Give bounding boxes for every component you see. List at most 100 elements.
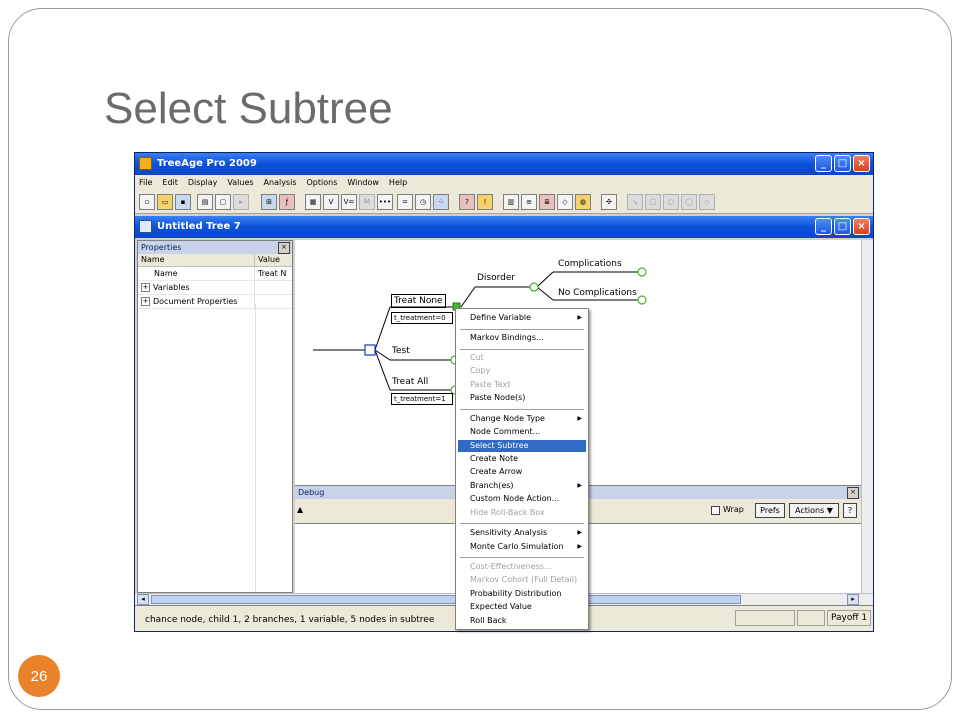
menu-item-monte-carlo[interactable]: Monte Carlo Simulation ▶ [458,541,586,553]
wrap-label: Wrap [723,505,744,514]
menu-item-create-note[interactable]: Create Note [458,453,586,465]
scroll-right-icon[interactable]: ▸ [847,594,859,605]
actions-dropdown[interactable]: Actions ▼ [789,503,839,518]
scroll-left-icon[interactable]: ◂ [137,594,149,605]
doc-minimize-button[interactable]: _ [815,218,832,235]
menu-item-create-arrow[interactable]: Create Arrow [458,466,586,478]
move-cursor-icon[interactable]: ✣ [601,194,617,210]
variable-box-treat-none[interactable]: t_treatment=0 [391,312,453,324]
menu-item-hide-rollback-box[interactable]: Hide Roll-Back Box [458,507,586,519]
menu-values[interactable]: Values [227,178,253,187]
branch-label-no-complications[interactable]: No Complications [558,288,637,298]
branch-label-complications[interactable]: Complications [558,259,622,269]
print-icon[interactable]: ▤ [197,194,213,210]
equals-icon[interactable]: = [397,194,413,210]
minimize-button[interactable]: _ [815,155,832,172]
property-row[interactable]: + Document Properties [138,295,292,309]
vertical-scrollbar[interactable] [861,240,873,593]
sens2-icon[interactable]: ≣ [539,194,555,210]
menu-item-branches[interactable]: Branch(es) ▶ [458,480,586,492]
menu-item-change-node-type[interactable]: Change Node Type ▶ [458,413,586,425]
maximize-button[interactable]: □ [834,155,851,172]
menu-display[interactable]: Display [188,178,218,187]
property-row[interactable]: + Variables [138,281,292,295]
menu-item-probability-distribution[interactable]: Probability Distribution [458,588,586,600]
menu-options[interactable]: Options [307,178,338,187]
menu-item-markov-bindings[interactable]: Markov Bindings... [458,332,586,344]
slide-title: Select Subtree [104,84,393,133]
ellipse-tool-icon[interactable]: ○ [663,194,679,210]
warning-icon[interactable]: ! [477,194,493,210]
menu-item-cost-effectiveness[interactable]: Cost-Effectiveness... [458,561,586,573]
menu-item-sensitivity-analysis[interactable]: Sensitivity Analysis ▶ [458,527,586,539]
circle-tool-icon[interactable]: ◯ [681,194,697,210]
menu-file[interactable]: File [139,178,152,187]
node-type-icon[interactable]: ⊞ [261,194,277,210]
scrollbar-thumb[interactable] [151,595,741,604]
terminal-node-icon [637,267,647,277]
variable-icon[interactable]: V [323,194,339,210]
property-value [255,281,258,294]
bar-chart-icon[interactable]: ▥ [503,194,519,210]
debug-close-icon[interactable]: × [847,487,859,499]
branch-label-disorder[interactable]: Disorder [477,273,515,283]
rectangle-tool-icon[interactable]: □ [645,194,661,210]
property-row[interactable]: Name Treat N [138,267,292,281]
doc-close-button[interactable]: × [853,218,870,235]
color-wheel-icon[interactable]: ◍ [575,194,591,210]
doc-maximize-button[interactable]: □ [834,218,851,235]
menu-item-paste-nodes[interactable]: Paste Node(s) [458,392,586,404]
submenu-arrow-icon: ▶ [577,415,582,422]
menu-item-roll-back[interactable]: Roll Back [458,615,586,627]
menu-window[interactable]: Window [347,178,379,187]
branch-label-treat-all[interactable]: Treat All [392,377,428,387]
shapes-icon[interactable]: ◇ [557,194,573,210]
menu-item-define-variable[interactable]: Define Variable ▶ [458,312,586,324]
save-icon[interactable]: ▪ [175,194,191,210]
branch-label-test[interactable]: Test [392,346,410,356]
open-folder-icon[interactable]: ▭ [157,194,173,210]
help-button[interactable]: ? [843,503,857,518]
arrow-tool-icon[interactable]: ↘ [627,194,643,210]
function-icon[interactable]: ƒ [279,194,295,210]
ellipsis-icon[interactable]: ••• [377,194,393,210]
menu-item-select-subtree[interactable]: Select Subtree [458,440,586,452]
menu-item-cut[interactable]: Cut [458,352,586,364]
expand-icon[interactable]: + [141,297,150,306]
menu-item-paste-text[interactable]: Paste Text [458,379,586,391]
menu-item-node-comment[interactable]: Node Comment... [458,426,586,438]
column-value[interactable]: Value [255,254,280,266]
grid-icon[interactable]: ▦ [305,194,321,210]
debug-title: Debug [298,488,325,497]
question-icon[interactable]: ? [459,194,475,210]
color-dots-icon[interactable]: ⁘ [433,194,449,210]
menu-item-copy[interactable]: Copy [458,365,586,377]
menu-item-markov-cohort[interactable]: Markov Cohort (Full Detail) [458,574,586,586]
decision-node-icon [364,344,376,356]
print-preview-icon[interactable]: ▢ [215,194,231,210]
new-file-icon[interactable]: ▫ [139,194,155,210]
variable-box-treat-all[interactable]: t_treatment=1 [391,393,453,405]
close-button[interactable]: × [853,155,870,172]
document-title-bar[interactable]: Untitled Tree 7 _ □ × [135,216,873,238]
scroll-up-icon[interactable]: ▲ [297,505,303,514]
diamond-tool-icon[interactable]: ◇ [699,194,715,210]
menu-item-custom-node-action[interactable]: Custom Node Action... [458,493,586,505]
properties-close-icon[interactable]: × [278,242,290,254]
menu-analysis[interactable]: Analysis [264,178,297,187]
menu-edit[interactable]: Edit [162,178,178,187]
menu-item-expected-value[interactable]: Expected Value [458,601,586,613]
markov-icon[interactable]: M [359,194,375,210]
clock-icon[interactable]: ◷ [415,194,431,210]
app-title-bar[interactable]: TreeAge Pro 2009 _ □ × [135,153,873,175]
menu-help[interactable]: Help [389,178,407,187]
expand-icon[interactable]: + [141,283,150,292]
wrap-checkbox[interactable] [711,506,720,515]
prefs-button[interactable]: Prefs [755,503,785,518]
column-name[interactable]: Name [138,254,255,266]
sens-icon[interactable]: ≡ [521,194,537,210]
define-variable-icon[interactable]: V= [341,194,357,210]
app-title: TreeAge Pro 2009 [157,158,257,169]
branch-label-treat-none[interactable]: Treat None [391,294,446,308]
export-icon[interactable]: ▸ [233,194,249,210]
